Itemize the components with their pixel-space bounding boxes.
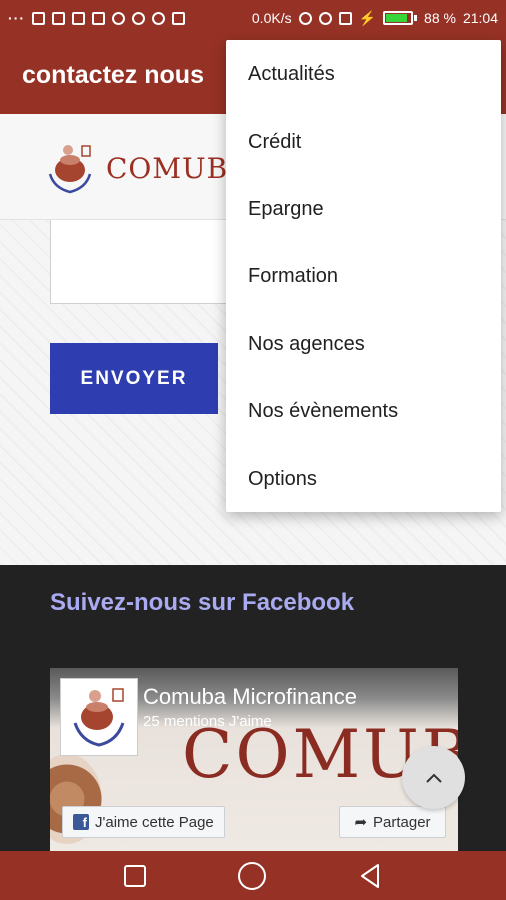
comuba-logo-icon[interactable] — [44, 140, 96, 196]
clock: 21:04 — [462, 10, 498, 26]
back-button[interactable] — [358, 863, 382, 889]
status-left-icons: ··· — [8, 10, 185, 26]
play-store-icon — [172, 11, 185, 25]
menu-item-nos-evenements[interactable]: Nos évènements — [226, 378, 501, 445]
facebook-page-widget[interactable]: COMUBA Comuba Microfinance 25 mentions J… — [50, 668, 458, 851]
more-dots-icon: ··· — [8, 10, 25, 26]
android-icon — [152, 11, 165, 25]
bluetooth-icon — [298, 11, 312, 25]
send-button[interactable]: ENVOYER — [50, 343, 218, 414]
menu-item-epargne[interactable]: Epargne — [226, 176, 501, 243]
fb-like-page-button[interactable]: f J'aime cette Page — [62, 806, 225, 838]
menu-item-formation[interactable]: Formation — [226, 243, 501, 310]
fb-share-button[interactable]: ➦ Partager — [339, 806, 446, 838]
net-speed: 0.0K/s — [251, 10, 292, 26]
navigation-bar — [0, 851, 506, 900]
screenshot-icon — [92, 11, 105, 25]
overflow-menu: Actualités Crédit Epargne Formation Nos … — [226, 40, 501, 512]
wifi-icon — [318, 11, 332, 25]
status-bar: ··· 0.0K/s ⚡ 88 % 21:04 — [0, 0, 506, 36]
gmail-icon — [72, 11, 85, 25]
fb-page-name[interactable]: Comuba Microfinance — [143, 684, 357, 710]
mail-icon — [52, 11, 65, 25]
chevron-up-icon — [425, 773, 442, 783]
battery-level — [386, 14, 408, 22]
scroll-to-top-button[interactable] — [402, 746, 465, 809]
menu-item-actualites[interactable]: Actualités — [226, 41, 501, 108]
recents-button[interactable] — [124, 864, 146, 887]
sim-icon — [338, 11, 352, 25]
facebook-heading: Suivez-nous sur Facebook — [50, 589, 355, 616]
fb-share-label: Partager — [373, 813, 431, 831]
comuba-logo-icon — [73, 688, 125, 747]
usb-icon — [112, 11, 125, 25]
home-button[interactable] — [238, 861, 266, 890]
menu-item-credit[interactable]: Crédit — [226, 108, 501, 175]
menu-item-options[interactable]: Options — [226, 445, 501, 512]
fb-like-label: J'aime cette Page — [95, 813, 214, 831]
fb-page-avatar[interactable] — [60, 678, 138, 756]
battery-icon — [383, 11, 418, 25]
battery-percent: 88 % — [424, 10, 456, 26]
status-right: 0.0K/s ⚡ 88 % 21:04 — [252, 10, 498, 27]
share-arrow-icon: ➦ — [354, 814, 368, 831]
charging-icon: ⚡ — [358, 9, 377, 26]
facebook-icon: f — [73, 814, 89, 830]
shield-icon — [32, 11, 45, 25]
menu-item-nos-agences[interactable]: Nos agences — [226, 311, 501, 378]
app-icon — [132, 11, 145, 25]
page-title: contactez nous — [22, 60, 204, 89]
fb-likes-count: 25 mentions J'aime — [143, 713, 272, 730]
